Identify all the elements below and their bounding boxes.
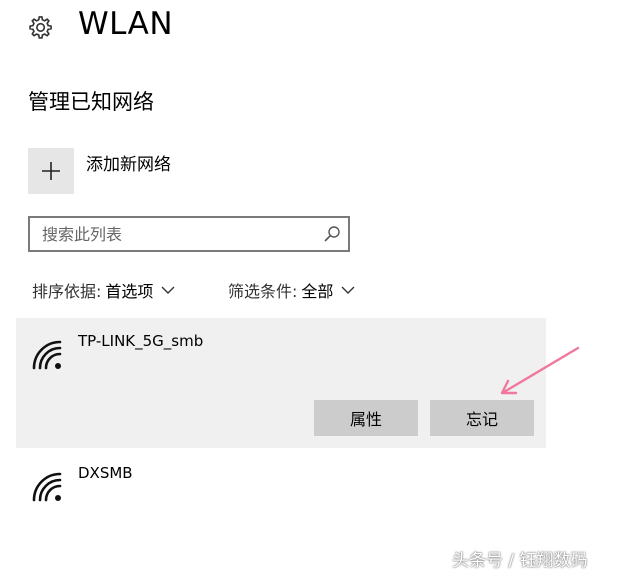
section-title: 管理已知网络	[28, 90, 154, 114]
wifi-icon	[32, 472, 62, 502]
search-icon[interactable]	[322, 224, 342, 244]
sort-label: 排序依据:	[32, 282, 102, 301]
add-network-button[interactable]	[28, 148, 74, 194]
chevron-down-icon	[161, 286, 175, 294]
page-title: WLAN	[78, 6, 174, 42]
network-name: TP-LINK_5G_smb	[78, 332, 204, 350]
watermark: 头条号 / 钰翔数码	[452, 551, 588, 571]
filter-dropdown[interactable]: 筛选条件: 全部	[228, 278, 355, 302]
filter-value: 全部	[301, 282, 334, 301]
chevron-down-icon	[341, 286, 355, 294]
wlan-settings-page: WLAN 管理已知网络 添加新网络 排序依据: 首选项 筛选条件: 全部	[0, 0, 640, 580]
sort-dropdown[interactable]: 排序依据: 首选项	[32, 278, 175, 302]
search-box	[28, 216, 350, 252]
annotation-arrow-icon	[500, 346, 580, 395]
plus-icon	[42, 162, 60, 180]
search-input[interactable]	[30, 218, 322, 250]
page-header: WLAN	[26, 6, 173, 48]
gear-icon[interactable]	[26, 14, 54, 42]
filter-label: 筛选条件:	[228, 282, 298, 301]
sort-value: 首选项	[105, 282, 154, 301]
network-name: DXSMB	[78, 464, 133, 482]
network-item-selected[interactable]: TP-LINK_5G_smb 属性 忘记	[16, 318, 546, 448]
wifi-icon	[32, 340, 62, 370]
forget-button[interactable]: 忘记	[430, 400, 534, 436]
add-network-label[interactable]: 添加新网络	[86, 150, 171, 175]
network-item[interactable]: DXSMB	[16, 452, 546, 522]
properties-button[interactable]: 属性	[314, 400, 418, 436]
